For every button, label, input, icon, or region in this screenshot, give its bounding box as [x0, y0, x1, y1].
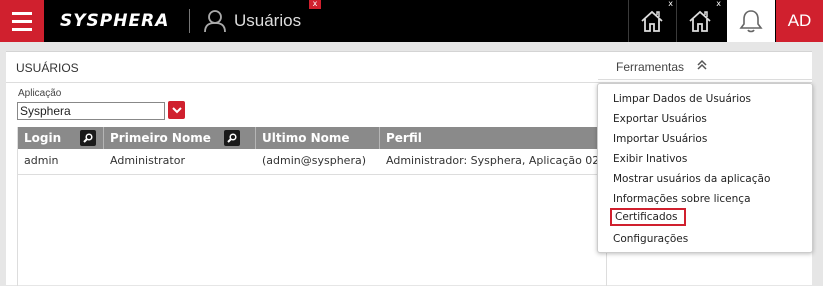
menu-item-export-users[interactable]: Exportar Usuários [613, 112, 707, 126]
menu-item-settings[interactable]: Configurações [613, 232, 688, 246]
users-table: Login Primeiro Nome Ultimo Nome Perfil a… [17, 127, 608, 286]
home-button[interactable]: x [628, 0, 675, 42]
cell-profile: Administrador: Sysphera, Aplicação 02 [386, 154, 600, 167]
page-title: USUÁRIOS [16, 61, 79, 75]
tab-usuarios[interactable]: Usuários [204, 6, 301, 36]
cell-first-name: Administrator [110, 154, 185, 167]
menu-item-show-inactive[interactable]: Exibir Inativos [613, 152, 687, 166]
tools-title: Ferramentas [616, 60, 685, 74]
home-icon [689, 10, 711, 32]
divider [189, 9, 190, 33]
search-icon[interactable] [224, 130, 240, 146]
close-icon[interactable]: x [668, 0, 673, 8]
top-bar: SYSPHERA Usuários x x x AD [0, 0, 823, 42]
column-last-name-label: Ultimo Nome [262, 131, 350, 145]
menu-item-certificates[interactable]: Certificados [610, 208, 686, 226]
cell-login: admin [24, 154, 59, 167]
home-icon [641, 10, 663, 32]
column-profile-label: Perfil [386, 131, 422, 145]
column-login[interactable]: Login [18, 127, 104, 149]
column-first-name[interactable]: Primeiro Nome [104, 127, 256, 149]
home-button-2[interactable]: x [676, 0, 723, 42]
table-row[interactable]: admin Administrator (admin@sysphera) Adm… [18, 149, 608, 175]
bell-icon [739, 10, 763, 33]
close-icon[interactable]: x [716, 0, 721, 8]
cell-last-name: (admin@sysphera) [262, 154, 367, 167]
menu-item-clear-user-data[interactable]: Limpar Dados de Usuários [613, 92, 751, 106]
application-label: Aplicação [18, 88, 62, 99]
menu-item-license-info[interactable]: Informações sobre licença [613, 192, 751, 206]
menu-item-import-users[interactable]: Importar Usuários [613, 132, 707, 146]
tools-menu: Limpar Dados de Usuários Exportar Usuári… [597, 83, 813, 253]
logo: SYSPHERA [60, 11, 170, 31]
menu-icon[interactable] [0, 0, 44, 42]
avatar[interactable]: AD [776, 0, 823, 42]
notifications-button[interactable] [727, 0, 775, 42]
double-chevron-up-icon[interactable] [696, 59, 708, 71]
column-profile[interactable]: Perfil [380, 127, 608, 149]
chevron-down-icon [171, 106, 182, 113]
tab-label: Usuários [234, 11, 302, 30]
search-icon[interactable] [80, 130, 96, 146]
menu-item-show-app-users[interactable]: Mostrar usuários da aplicação [613, 172, 770, 186]
column-last-name[interactable]: Ultimo Nome [256, 127, 380, 149]
application-select[interactable]: Sysphera [17, 102, 165, 120]
tools-header[interactable]: Ferramentas [598, 53, 812, 80]
table-header: Login Primeiro Nome Ultimo Nome Perfil [18, 127, 608, 149]
user-icon [204, 10, 226, 33]
close-tab-icon[interactable]: x [309, 0, 321, 9]
column-first-name-label: Primeiro Nome [110, 131, 211, 145]
column-login-label: Login [24, 131, 62, 145]
application-dropdown-button[interactable] [168, 101, 185, 119]
